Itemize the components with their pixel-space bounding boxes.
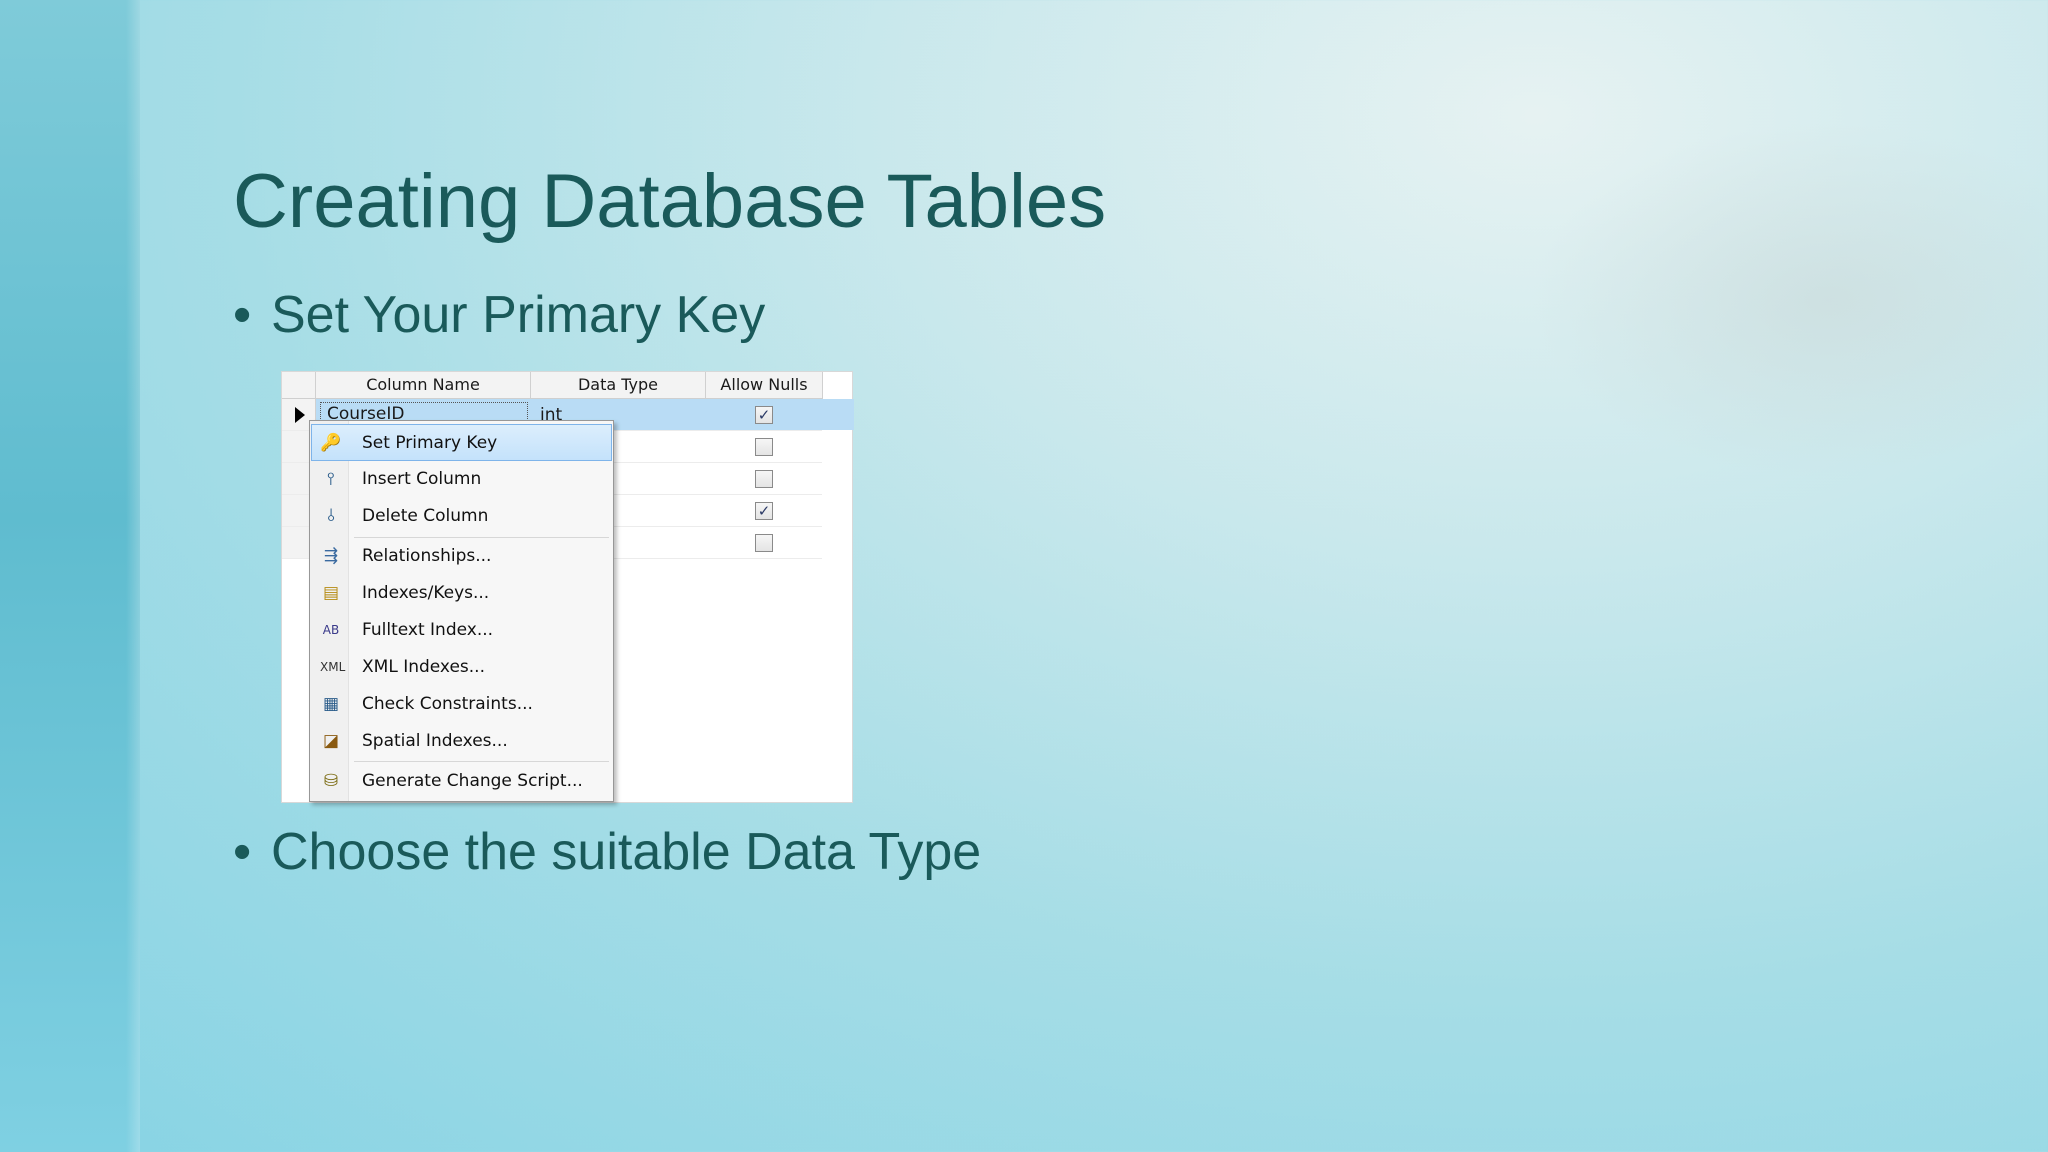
menu-item-label: Insert Column	[362, 469, 482, 489]
xml-indexes-icon: XML	[320, 660, 346, 674]
bullet-2: • Choose the suitable Data Type	[233, 822, 981, 882]
indexes-keys-icon: ▤	[322, 583, 340, 603]
left-decorative-band	[0, 0, 140, 1152]
bullet-marker: •	[233, 286, 252, 344]
allow-nulls-checkbox[interactable]	[755, 534, 773, 552]
menu-item-fulltext-index[interactable]: AB Fulltext Index...	[312, 612, 611, 647]
allow-nulls-checkbox[interactable]	[755, 438, 773, 456]
context-menu: 🔑 Set Primary Key ⫯ Insert Column ⫰ Dele…	[309, 420, 614, 802]
relationships-icon: ⇶	[323, 546, 339, 566]
insert-column-icon: ⫯	[327, 469, 335, 489]
bullet-1-text: Set Your Primary Key	[271, 286, 766, 344]
generate-script-icon: ⛁	[323, 771, 339, 791]
row-selector-header	[282, 372, 316, 399]
allow-nulls-header[interactable]: Allow Nulls	[706, 372, 823, 399]
menu-item-label: Spatial Indexes...	[362, 731, 508, 751]
background-glow	[1528, 120, 2048, 480]
menu-item-set-primary-key[interactable]: 🔑 Set Primary Key	[311, 424, 612, 461]
key-icon: 🔑	[320, 433, 342, 453]
menu-item-indexes-keys[interactable]: ▤ Indexes/Keys...	[312, 575, 611, 610]
menu-item-label: Check Constraints...	[362, 694, 533, 714]
menu-item-check-constraints[interactable]: ▦ Check Constraints...	[312, 686, 611, 721]
bullet-1: • Set Your Primary Key	[233, 285, 765, 345]
bullet-marker: •	[233, 823, 252, 881]
menu-item-label: Relationships...	[362, 546, 492, 566]
menu-item-delete-column[interactable]: ⫰ Delete Column	[312, 498, 611, 533]
allow-nulls-checkbox[interactable]: ✓	[755, 502, 773, 520]
spatial-indexes-icon: ◪	[322, 731, 340, 751]
column-name-header[interactable]: Column Name	[316, 372, 531, 399]
delete-column-icon: ⫰	[327, 506, 335, 526]
check-constraints-icon: ▦	[322, 694, 340, 714]
menu-item-label: Delete Column	[362, 506, 489, 526]
menu-item-label: Generate Change Script...	[362, 771, 583, 791]
allow-nulls-checkbox[interactable]	[755, 470, 773, 488]
menu-item-insert-column[interactable]: ⫯ Insert Column	[312, 461, 611, 496]
current-row-arrow-icon	[295, 407, 305, 423]
slide-title: Creating Database Tables	[233, 159, 1107, 244]
menu-item-label: Fulltext Index...	[362, 620, 494, 640]
fulltext-index-icon: AB	[322, 623, 340, 637]
menu-item-xml-indexes[interactable]: XML XML Indexes...	[312, 649, 611, 684]
menu-separator	[354, 761, 609, 762]
menu-item-label: Indexes/Keys...	[362, 583, 490, 603]
menu-item-relationships[interactable]: ⇶ Relationships...	[312, 538, 611, 573]
allow-nulls-checkbox[interactable]: ✓	[755, 406, 773, 424]
menu-item-label: Set Primary Key	[362, 433, 498, 453]
menu-item-generate-change-script[interactable]: ⛁ Generate Change Script...	[312, 763, 611, 798]
bullet-2-text: Choose the suitable Data Type	[271, 823, 982, 881]
data-type-header[interactable]: Data Type	[531, 372, 706, 399]
menu-item-label: XML Indexes...	[362, 657, 485, 677]
menu-item-spatial-indexes[interactable]: ◪ Spatial Indexes...	[312, 723, 611, 758]
